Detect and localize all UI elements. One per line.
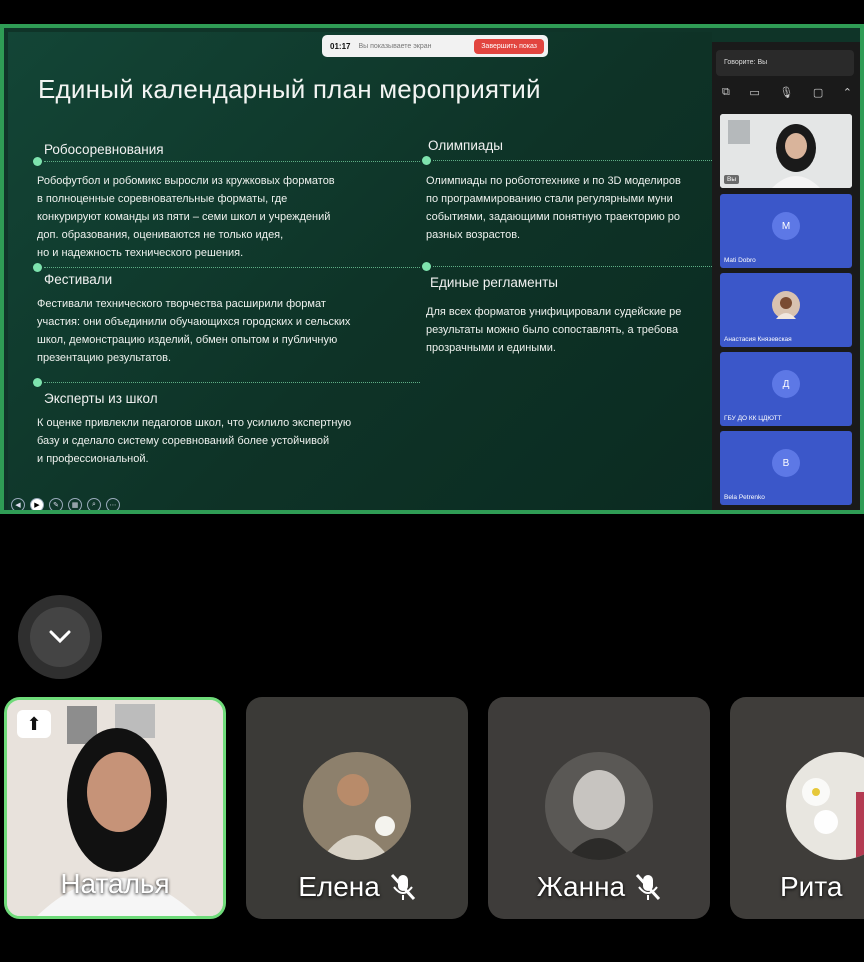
chevron-up-icon[interactable]: ⌃ <box>843 86 852 99</box>
avatar <box>772 291 800 319</box>
timeline-dot <box>33 378 42 387</box>
previous-slide-icon[interactable]: ◀ <box>11 498 25 510</box>
more-options-icon[interactable]: ⋯ <box>106 498 120 510</box>
participant-name: Рита <box>780 871 843 902</box>
tile-label: Елена <box>246 871 468 903</box>
avatar <box>303 752 411 860</box>
tile-label: Жанна <box>488 871 710 903</box>
stop-sharing-button[interactable]: Завершить показ <box>474 38 544 54</box>
section-text-regulations: Для всех форматов унифицировали судейски… <box>426 306 682 354</box>
participant-name: Елена <box>298 871 380 902</box>
zoom-icon[interactable]: ⌕ <box>87 498 101 510</box>
screen-share-icon[interactable]: ⧉ <box>722 86 730 99</box>
mic-muted-icon <box>390 873 415 901</box>
participant-tile[interactable]: B Bela Petrenko <box>720 431 852 505</box>
pen-icon[interactable]: ✎ <box>49 498 63 510</box>
section-text-experts: К оценке привлекли педагогов школ, что у… <box>37 417 352 465</box>
participant-name: Анастасия Князевская <box>724 336 792 343</box>
self-tile-label: Вы <box>724 175 740 184</box>
speaking-indicator: Говорите: Вы <box>716 50 854 76</box>
participant-tile[interactable]: Анастасия Князевская <box>720 273 852 347</box>
section-heading-olympiads: Олимпиады <box>428 138 503 153</box>
section-heading-regulations: Единые регламенты <box>430 275 558 290</box>
microphone-icon[interactable]: 🎙 <box>779 86 793 99</box>
participant-name: Mati Dobro <box>724 257 756 264</box>
participant-name: Жанна <box>536 871 626 902</box>
collapse-button[interactable] <box>18 595 102 679</box>
avatar <box>545 752 653 860</box>
participant-name: ГБУ ДО КК ЦДЮТТ <box>724 415 782 422</box>
section-text-olympiads: Олимпиады по робототехнике и по 3D модел… <box>426 175 681 241</box>
self-video-tile[interactable]: Вы <box>720 114 852 188</box>
self-video-image <box>720 114 852 188</box>
raise-hand-icon: ⬆ <box>17 710 51 738</box>
participant-tile[interactable]: M Mati Dobro <box>720 194 852 268</box>
window-icon[interactable]: ▭ <box>749 86 759 99</box>
slides-grid-icon[interactable]: ▦ <box>68 498 82 510</box>
presentation-slide: Единый календарный план мероприятий Робо… <box>8 32 712 510</box>
participant-tile[interactable]: Д ГБУ ДО КК ЦДЮТТ <box>720 352 852 426</box>
screen-share-banner: 01:17 Вы показываете экран Завершить пок… <box>322 35 548 57</box>
timeline-dot <box>422 156 431 165</box>
section-text-robocompetitions: Робофутбол и робомикс выросли из кружков… <box>37 175 335 259</box>
mic-muted-icon <box>636 873 661 901</box>
tile-label: Рита <box>730 871 864 903</box>
timeline-divider <box>44 267 420 268</box>
section-heading-robocompetitions: Робосоревнования <box>44 142 164 157</box>
timeline-divider <box>44 161 420 162</box>
panel-controls: ⧉ ▭ 🎙 ▢ ⌃ <box>722 86 852 99</box>
avatar: M <box>772 212 800 240</box>
video-tile[interactable]: Елена <box>246 697 468 919</box>
timeline-dot <box>422 262 431 271</box>
video-tile-active[interactable]: ⬆ Наталья <box>4 697 226 919</box>
shared-screen: Единый календарный план мероприятий Робо… <box>0 24 864 514</box>
chevron-down-icon <box>49 630 71 644</box>
share-timer: 01:17 <box>330 41 351 51</box>
tile-label: Наталья <box>7 868 223 900</box>
participants-panel: Говорите: Вы ⧉ ▭ 🎙 ▢ ⌃ Вы M Mati Dobro А… <box>712 42 860 510</box>
video-tile[interactable]: Рита <box>730 697 864 919</box>
section-heading-festivals: Фестивали <box>44 272 113 287</box>
avatar: B <box>772 449 800 477</box>
section-heading-experts: Эксперты из школ <box>44 391 158 406</box>
next-slide-icon[interactable]: ▶ <box>30 498 44 510</box>
avatar: Д <box>772 370 800 398</box>
participant-name: Bela Petrenko <box>724 494 765 501</box>
camera-icon[interactable]: ▢ <box>813 86 823 99</box>
section-text-festivals: Фестивали технического творчества расшир… <box>37 298 351 364</box>
slide-toolbar: ◀ ▶ ✎ ▦ ⌕ ⋯ <box>11 498 120 510</box>
video-tile[interactable]: Жанна <box>488 697 710 919</box>
avatar <box>786 752 864 860</box>
timeline-dot <box>33 157 42 166</box>
timeline-divider <box>433 160 712 161</box>
timeline-divider <box>433 266 712 267</box>
timeline-dot <box>33 263 42 272</box>
participant-name: Наталья <box>60 868 170 899</box>
slide-title: Единый календарный план мероприятий <box>38 74 541 104</box>
timeline-divider <box>44 382 420 383</box>
share-status-text: Вы показываете экран <box>358 42 432 50</box>
